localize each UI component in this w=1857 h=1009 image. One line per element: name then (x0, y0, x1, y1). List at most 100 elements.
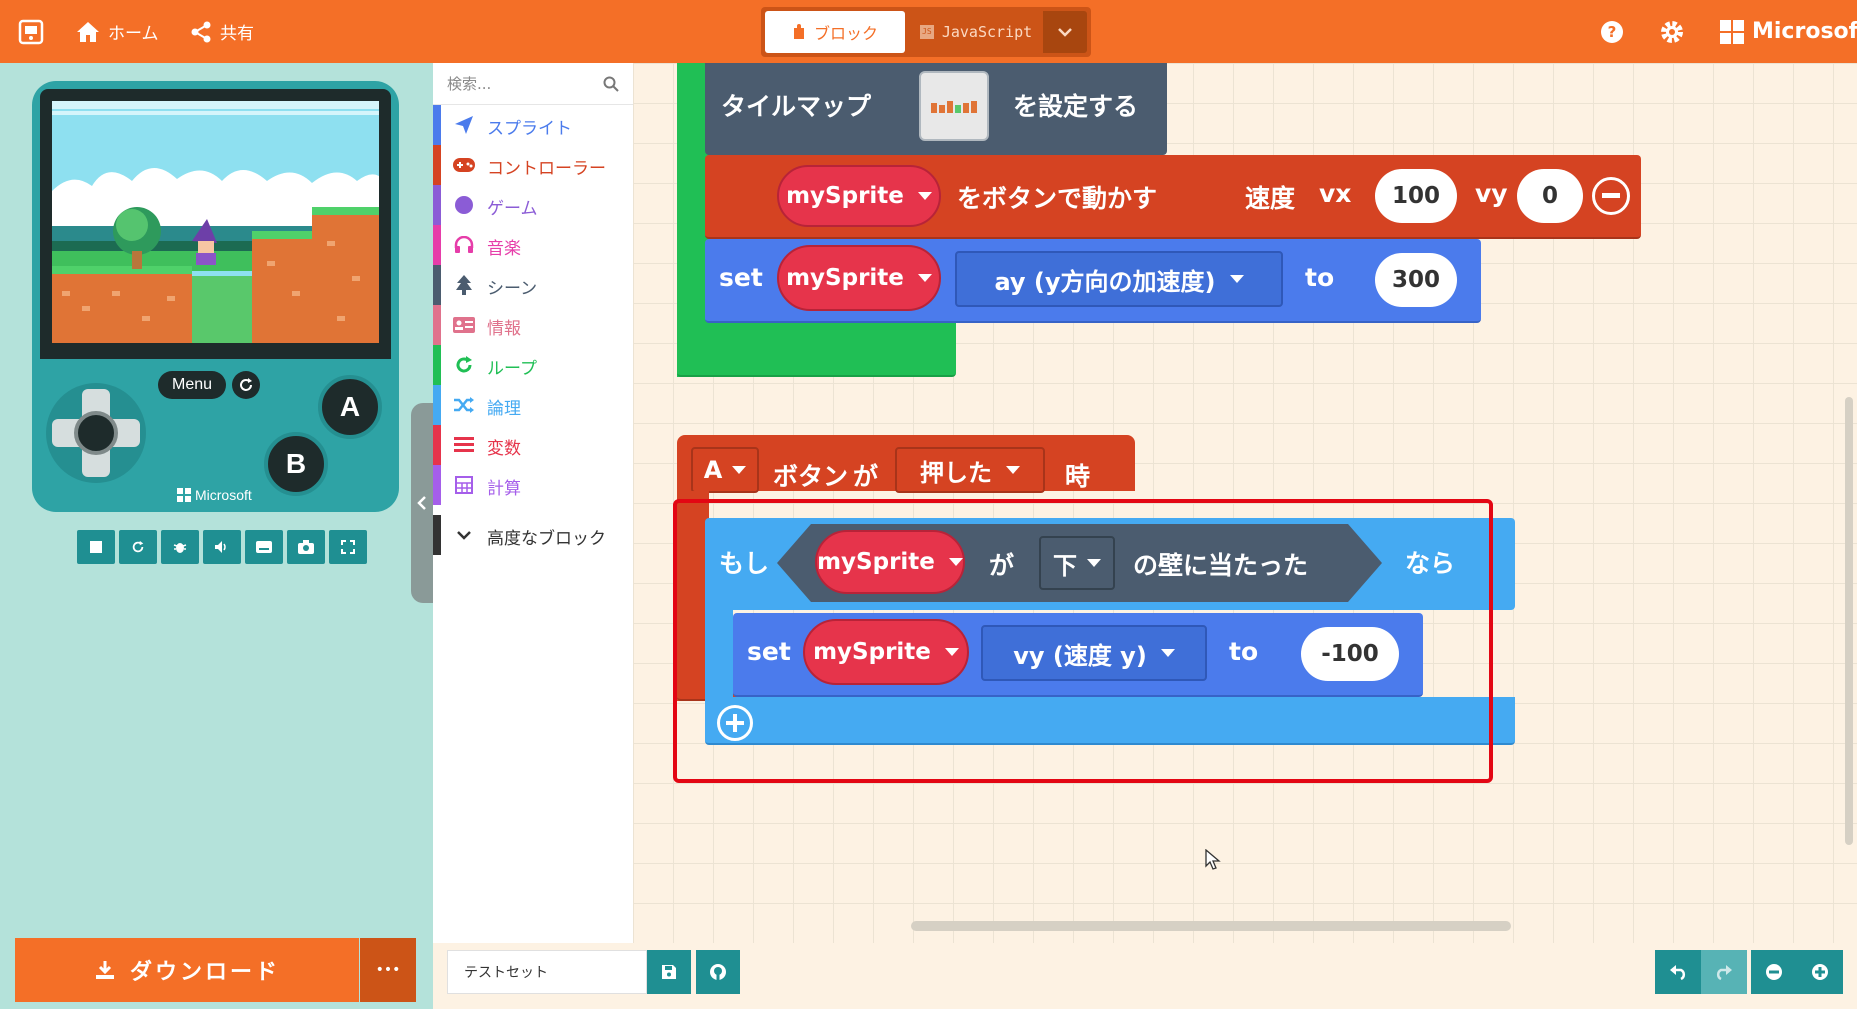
tab-javascript[interactable]: JS JavaScript (911, 11, 1041, 53)
tab-blocks[interactable]: ブロック (765, 11, 905, 53)
category-color-bar (433, 105, 441, 145)
redo-button[interactable] (1701, 950, 1747, 994)
tree-icon (453, 275, 475, 295)
editor-mode-dropdown[interactable] (1043, 11, 1087, 53)
game-console: Menu A B Microsoft (32, 81, 399, 512)
tilemap-thumbnail[interactable] (919, 71, 989, 141)
volume-icon (215, 541, 226, 553)
zoom-out-icon (1766, 964, 1782, 980)
category-logic[interactable]: 論理 (433, 385, 633, 425)
editor-footer: テストセット (433, 943, 1857, 1009)
sprite-variable-dropdown[interactable]: mySprite (777, 245, 941, 311)
mute-button[interactable] (203, 530, 241, 564)
minus-icon (1602, 193, 1620, 198)
download-icon (95, 961, 114, 979)
move-sprite-block[interactable]: mySprite をボタンで動かす 速度 vx 100 vy 0 (705, 155, 1641, 239)
gamepad-icon (453, 155, 475, 175)
zoom-out-button[interactable] (1751, 950, 1797, 994)
set-ay-block[interactable]: set mySprite ay (y方向の加速度) to 300 (705, 239, 1481, 323)
github-button[interactable] (696, 950, 740, 994)
screenshot-button[interactable] (287, 530, 325, 564)
dropdown-arrow-icon (1229, 275, 1244, 283)
chevron-left-icon (417, 496, 426, 510)
ay-value-input[interactable]: 300 (1375, 253, 1457, 307)
a-button[interactable]: A (318, 375, 382, 439)
download-label: ダウンロード (129, 960, 280, 985)
category-loops[interactable]: ループ (433, 345, 633, 385)
help-button[interactable]: ? (1600, 0, 1632, 63)
microsoft-icon (1720, 19, 1744, 44)
vx-input[interactable]: 100 (1375, 169, 1457, 223)
horizontal-scrollbar[interactable] (911, 921, 1511, 931)
download-button[interactable]: ダウンロード (15, 938, 359, 1002)
headphones-icon (453, 235, 475, 255)
loop-block-bottom[interactable] (677, 323, 956, 377)
project-name-value: テストセット (464, 965, 548, 981)
button-label: A (703, 456, 723, 484)
category-math[interactable]: 計算 (433, 465, 633, 505)
property-dropdown[interactable]: ay (y方向の加速度) (955, 251, 1283, 307)
svg-text:?: ? (1608, 23, 1617, 41)
share-button[interactable]: 共有 (190, 0, 254, 63)
toolbox: 検索... スプライト コントローラー ゲーム 音楽 シーン 情報 ループ 論理… (433, 63, 633, 1009)
dropdown-arrow-icon (917, 192, 932, 200)
undo-button[interactable] (1655, 950, 1701, 994)
js-icon: JS (919, 25, 934, 39)
category-info[interactable]: 情報 (433, 305, 633, 345)
on-button-event-block[interactable]: A ボタン が 押した 時 (677, 435, 1135, 493)
menu-button[interactable]: Menu (158, 371, 226, 399)
set-tilemap-block[interactable]: タイルマップ を設定する (705, 63, 1167, 155)
reset-button[interactable] (232, 371, 260, 399)
microsoft-icon (177, 488, 191, 502)
sprite-variable-dropdown[interactable]: mySprite (777, 165, 941, 227)
paper-plane-icon (453, 115, 475, 135)
search-icon[interactable] (603, 76, 619, 92)
action-dropdown[interactable]: 押した (895, 447, 1045, 493)
category-scene[interactable]: シーン (433, 265, 633, 305)
app-logo-icon[interactable] (18, 0, 52, 63)
b-button[interactable]: B (264, 432, 328, 496)
remove-param-button[interactable] (1592, 177, 1630, 215)
vy-label: vy (1475, 179, 1508, 208)
share-icon (191, 21, 211, 42)
save-button[interactable] (647, 950, 691, 994)
settings-button[interactable] (1660, 0, 1692, 63)
zoom-in-button[interactable] (1797, 950, 1843, 994)
home-button[interactable]: ホーム (76, 0, 159, 63)
category-music[interactable]: 音楽 (433, 225, 633, 265)
category-variables[interactable]: 変数 (433, 425, 633, 465)
microsoft-logo[interactable]: Microsoft (1720, 0, 1857, 63)
fullscreen-button[interactable] (329, 530, 367, 564)
keyboard-button[interactable] (245, 530, 283, 564)
highlight-box (673, 499, 1493, 783)
project-name-input[interactable]: テストセット (447, 950, 647, 994)
category-game[interactable]: ゲーム (433, 185, 633, 225)
category-controller[interactable]: コントローラー (433, 145, 633, 185)
category-sprites[interactable]: スプライト (433, 105, 633, 145)
tilemap-suffix: を設定する (1013, 92, 1139, 121)
search-placeholder: 検索... (447, 75, 492, 93)
tab-blocks-label: ブロック (813, 24, 878, 43)
undo-icon (1670, 965, 1686, 980)
console-brand: Microsoft (177, 487, 252, 503)
restart-button[interactable] (119, 530, 157, 564)
category-label: スプライト (487, 119, 572, 139)
toolbox-search-input[interactable]: 検索... (433, 63, 633, 105)
game-screen[interactable] (40, 89, 391, 359)
dpad[interactable] (42, 379, 150, 487)
download-more-button[interactable]: ••• (360, 938, 416, 1002)
button-dropdown[interactable]: A (691, 447, 759, 493)
vertical-scrollbar[interactable] (1845, 397, 1853, 845)
category-label: 計算 (487, 479, 521, 499)
vx-label: vx (1319, 179, 1352, 208)
collapse-simulator-handle[interactable] (411, 403, 433, 603)
blocks-workspace[interactable]: タイルマップ を設定する mySprite をボタンで動かす 速度 vx 100… (633, 63, 1857, 943)
category-advanced[interactable]: 高度なブロック (433, 515, 633, 555)
a-label: A (339, 391, 361, 422)
vy-input[interactable]: 0 (1517, 169, 1583, 223)
set-label: set (719, 263, 763, 292)
refresh-icon (240, 378, 252, 391)
dropdown-arrow-icon (917, 274, 932, 282)
debug-button[interactable] (161, 530, 199, 564)
stop-button[interactable] (77, 530, 115, 564)
